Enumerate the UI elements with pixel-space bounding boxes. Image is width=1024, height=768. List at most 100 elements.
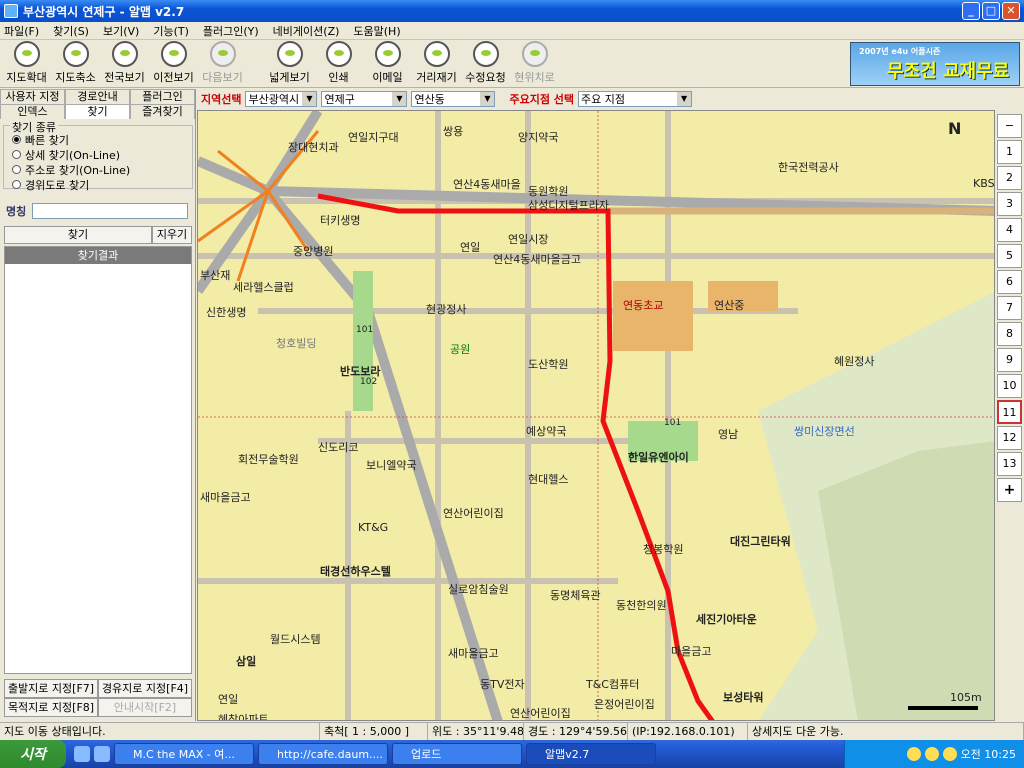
measure-distance-button[interactable]: 거리재기 <box>412 40 461 88</box>
explorer-icon[interactable] <box>94 746 110 762</box>
zoom-level-9[interactable]: 9 <box>997 348 1022 372</box>
map-label: 공원 <box>450 343 471 356</box>
radio-detail-find[interactable]: 상세 찾기(On-Line) <box>12 147 192 162</box>
taskbar-item[interactable]: http://cafe.daum.... <box>258 743 388 765</box>
map-label: 현광정사 <box>426 303 467 316</box>
minimize-button[interactable]: _ <box>962 2 980 20</box>
current-location-button[interactable]: 현위치로 <box>510 40 559 88</box>
map-label: 쌍미신장면선 <box>794 425 855 438</box>
close-button[interactable]: ✕ <box>1002 2 1020 20</box>
previous-view-icon <box>160 41 187 67</box>
tab-favorites[interactable]: 즐겨찾기 <box>130 104 195 119</box>
zoom-level-3[interactable]: 3 <box>997 192 1022 216</box>
find-button[interactable]: 찾기 <box>4 226 152 244</box>
set-destination-button[interactable]: 목적지로 지정[F8] <box>4 698 98 717</box>
sido-select[interactable]: 부산광역시 ▼ <box>245 91 318 107</box>
zoom-level-11[interactable]: 11 <box>997 400 1022 424</box>
zoom-out-button[interactable]: 지도축소 <box>51 40 100 88</box>
taskbar-item[interactable]: 알맵v2.7 <box>526 743 656 765</box>
tab-index[interactable]: 인덱스 <box>0 104 65 119</box>
radio-icon <box>12 150 21 159</box>
radio-address-find[interactable]: 주소로 찾기(On-Line) <box>12 162 192 177</box>
school-block <box>613 281 693 351</box>
taskbar-item[interactable]: M.C the MAX - 여... <box>114 743 254 765</box>
zoom-level-4[interactable]: 4 <box>997 218 1022 242</box>
search-type-title: 찾기 종류 <box>10 119 58 135</box>
name-input[interactable] <box>32 203 189 219</box>
maximize-button[interactable]: □ <box>982 2 1000 20</box>
zoom-level-7[interactable]: 7 <box>997 296 1022 320</box>
map-label: 청호빌딩 <box>276 337 317 350</box>
map-label: 도산학원 <box>528 358 569 371</box>
map-label: 세라헬스클럽 <box>233 281 294 294</box>
tab-route-guide[interactable]: 경로안내 <box>65 89 130 104</box>
email-icon <box>374 41 401 67</box>
national-view-button[interactable]: 전국보기 <box>100 40 149 88</box>
map-label: 보니엘약국 <box>366 459 417 472</box>
map-label: 연일시장 <box>508 233 549 246</box>
print-button[interactable]: 인쇄 <box>314 40 363 88</box>
map-label: 연산4동새마을금고 <box>493 253 581 266</box>
tray-icon[interactable] <box>906 747 921 761</box>
radio-coordinate-find[interactable]: 경위도로 찾기 <box>12 177 192 192</box>
map-label: 예상약국 <box>526 425 567 438</box>
ad-banner[interactable]: 2007년 e4u 어플시즌 무조건 교재무료 <box>850 42 1020 86</box>
start-button[interactable]: 시작 <box>0 740 66 768</box>
correction-request-button[interactable]: 수정요청 <box>461 40 510 88</box>
tab-find[interactable]: 찾기 <box>65 104 130 119</box>
menu-search[interactable]: 찾기(S) <box>53 23 89 39</box>
zoom-out-control[interactable]: − <box>997 114 1022 138</box>
menu-view[interactable]: 보기(V) <box>103 23 139 39</box>
menu-tools[interactable]: 기능(T) <box>153 23 189 39</box>
zoom-level-2[interactable]: 2 <box>997 166 1022 190</box>
next-view-button[interactable]: 다음보기 <box>198 40 247 88</box>
dong-select[interactable]: 연산동 ▼ <box>411 91 496 107</box>
map-label: 중앙병원 <box>293 245 334 258</box>
gu-select[interactable]: 연제구 ▼ <box>321 91 408 107</box>
zoom-in-control[interactable]: + <box>997 478 1022 502</box>
zoom-level-8[interactable]: 8 <box>997 322 1022 346</box>
map-label: 연동초교 <box>623 299 664 312</box>
zoom-level-12[interactable]: 12 <box>997 426 1022 450</box>
chevron-down-icon: ▼ <box>392 92 407 106</box>
menu-file[interactable]: 파일(F) <box>4 23 39 39</box>
status-latitude: 위도 : 35°11'9.48" <box>428 723 524 740</box>
taskbar-item[interactable]: 업로드 <box>392 743 522 765</box>
tray-icon[interactable] <box>924 747 939 761</box>
quick-launch <box>74 746 110 762</box>
zoom-level-6[interactable]: 6 <box>997 270 1022 294</box>
find-buttons: 찾기 지우기 <box>4 226 192 244</box>
set-waypoint-button[interactable]: 경유지로 지정[F4] <box>98 679 192 698</box>
zoom-out-icon <box>62 41 89 67</box>
route-buttons: 출발지로 지정[F7] 경유지로 지정[F4] 목적지로 지정[F8] 안내시작… <box>4 679 192 717</box>
poi-select[interactable]: 주요 지점 ▼ <box>578 91 693 107</box>
email-button[interactable]: 이메일 <box>363 40 412 88</box>
menu-help[interactable]: 도움말(H) <box>353 23 400 39</box>
map-label: 회전무술학원 <box>238 453 299 466</box>
results-list[interactable]: 찾기결과 <box>4 246 192 674</box>
wide-view-button[interactable]: 넓게보기 <box>265 40 314 88</box>
title-bar: 부산광역시 연제구 - 알맵 v2.7 _ □ ✕ <box>0 0 1024 22</box>
ie-icon[interactable] <box>74 746 90 762</box>
map-label: 신도리코 <box>318 441 359 454</box>
zoom-level-5[interactable]: 5 <box>997 244 1022 268</box>
tab-user-defined[interactable]: 사용자 지정 <box>0 89 65 104</box>
region-select-label: 지역선택 <box>201 93 242 106</box>
zoom-level-1[interactable]: 1 <box>997 140 1022 164</box>
location-icon <box>521 41 548 67</box>
start-guide-button[interactable]: 안내시작[F2] <box>98 698 192 717</box>
map-label: T&C컴퓨터 <box>586 678 640 691</box>
ruler-icon <box>423 41 450 67</box>
tray-icon[interactable] <box>942 747 957 761</box>
name-row: 명칭 <box>6 203 189 219</box>
zoom-level-10[interactable]: 10 <box>997 374 1022 398</box>
menu-navigation[interactable]: 네비게이션(Z) <box>273 23 340 39</box>
tab-plugin[interactable]: 플러그인 <box>130 89 195 104</box>
previous-view-button[interactable]: 이전보기 <box>149 40 198 88</box>
zoom-level-13[interactable]: 13 <box>997 452 1022 476</box>
clear-button[interactable]: 지우기 <box>152 226 192 244</box>
map-view[interactable]: N 105m 연일지구대 쌍용 양지약국 장대현치과 한국전력공사 연산4동새마… <box>197 110 995 721</box>
menu-plugin[interactable]: 플러그인(Y) <box>203 23 259 39</box>
zoom-in-button[interactable]: 지도확대 <box>2 40 51 88</box>
set-origin-button[interactable]: 출발지로 지정[F7] <box>4 679 98 698</box>
